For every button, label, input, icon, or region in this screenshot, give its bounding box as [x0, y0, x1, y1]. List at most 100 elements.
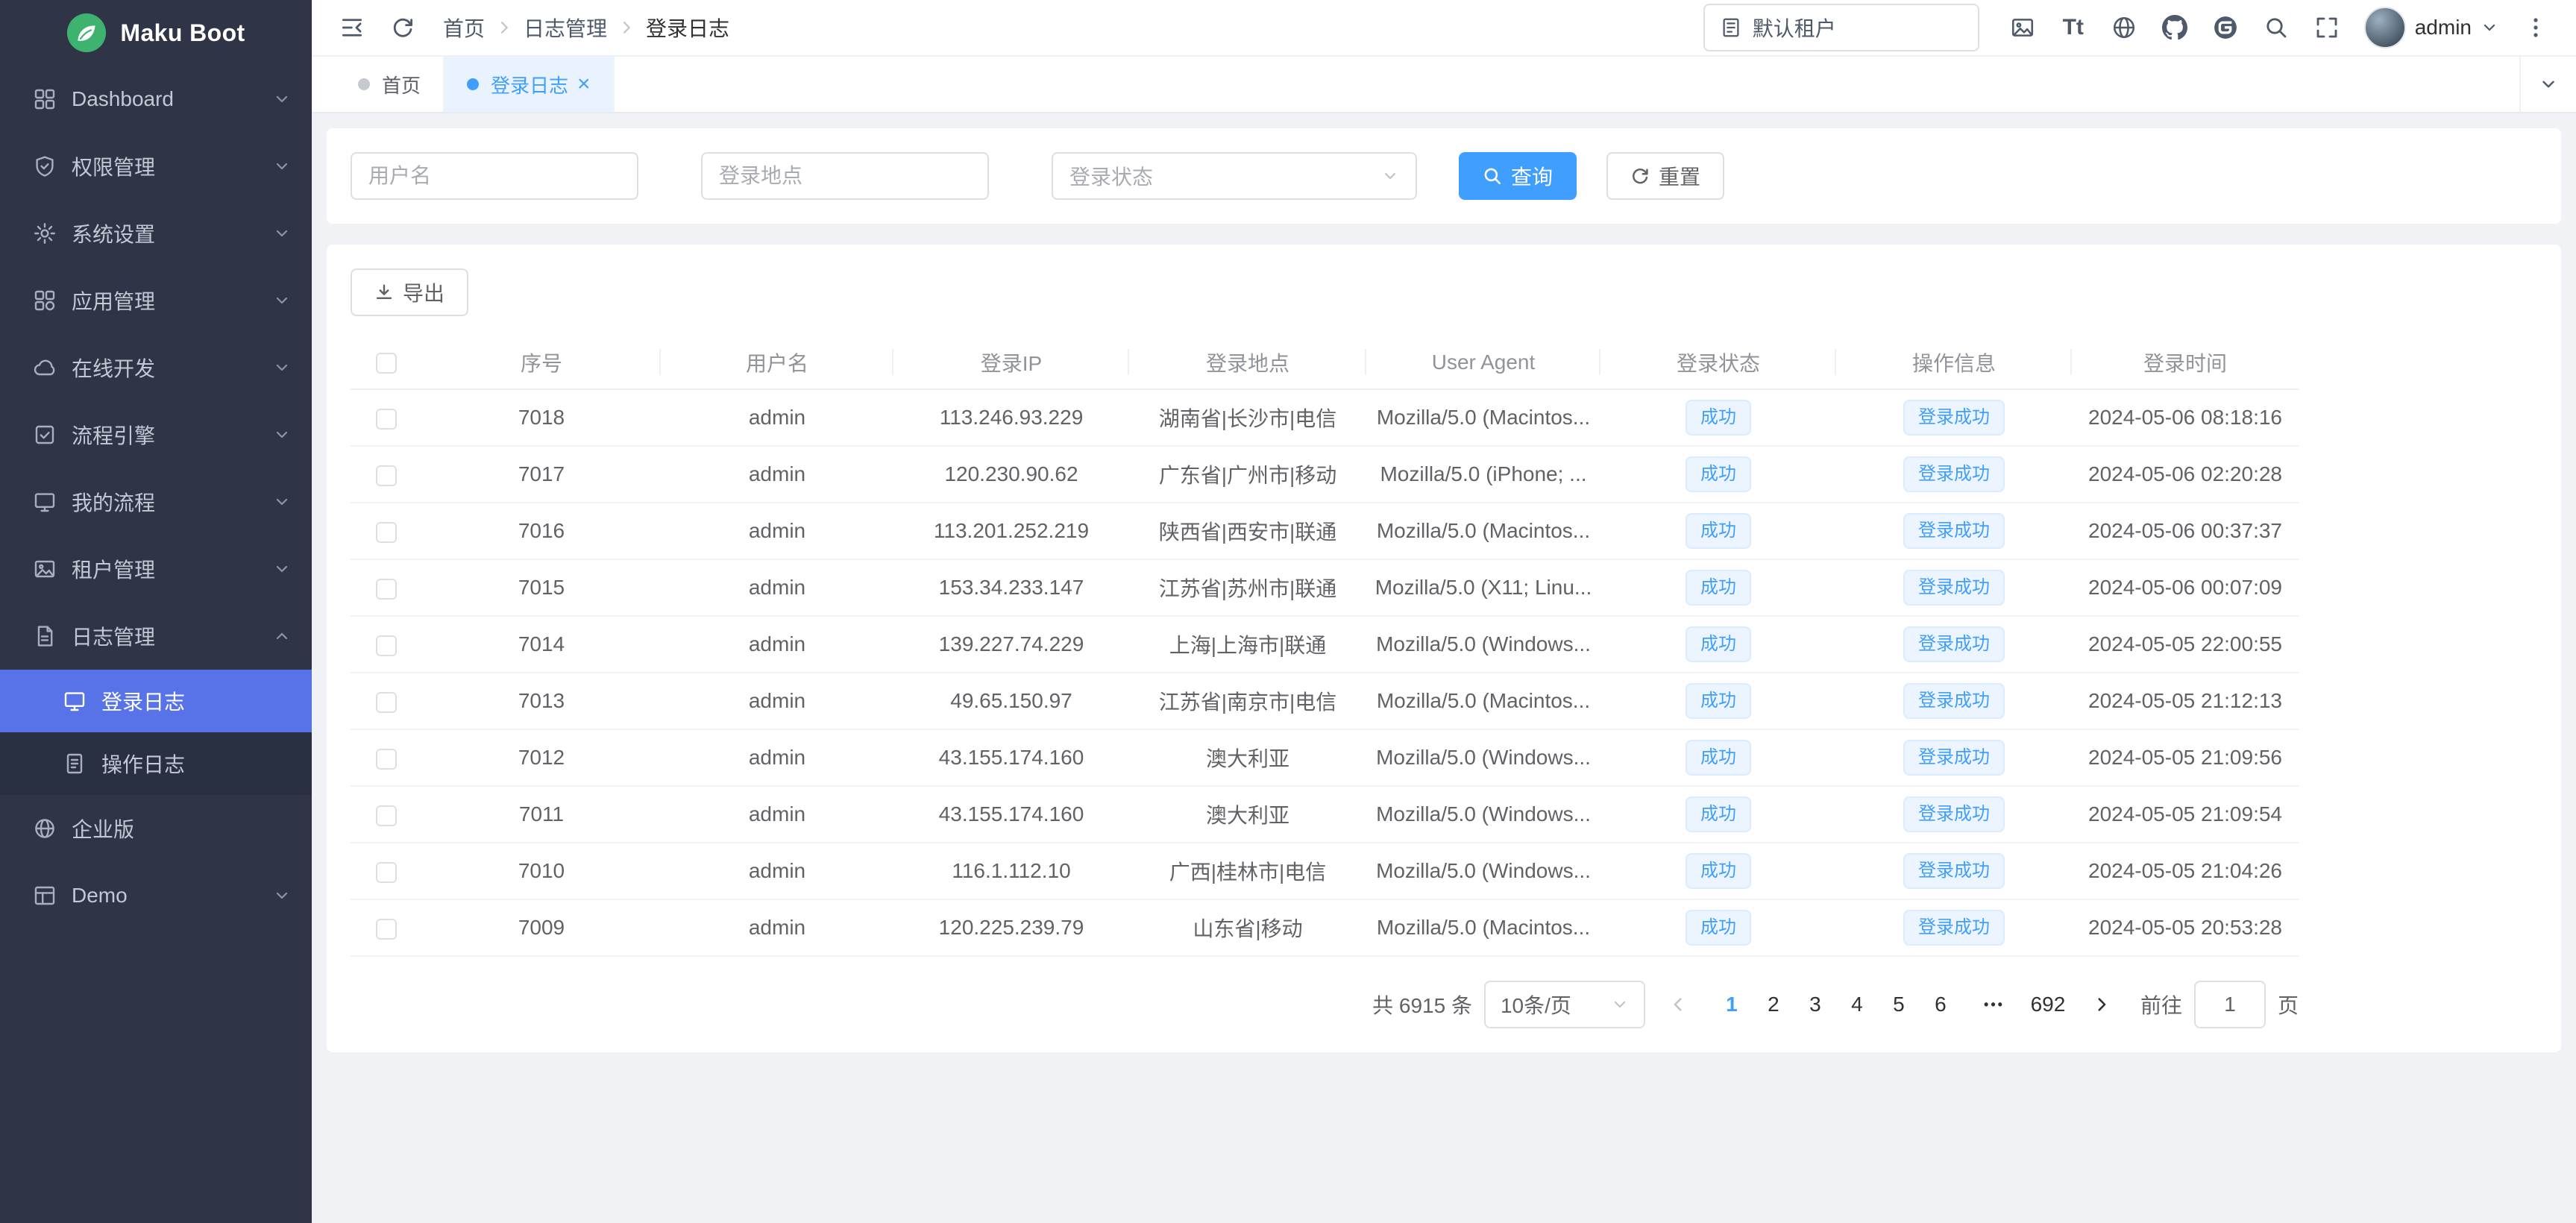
- cell-username: admin: [661, 899, 893, 956]
- sidebar-item-system-settings[interactable]: 系统设置: [0, 200, 312, 267]
- cell-status: 成功: [1600, 389, 1836, 446]
- table-row: 7010 admin 116.1.112.10 广西|桂林市|电信 Mozill…: [351, 843, 2299, 899]
- tab-login-log[interactable]: 登录日志 ×: [444, 57, 615, 112]
- page-number-button[interactable]: 6: [1920, 984, 1961, 1025]
- gitee-button[interactable]: [2203, 5, 2248, 50]
- operation-badge: 登录成功: [1903, 400, 2005, 436]
- github-button[interactable]: [2152, 5, 2197, 50]
- export-button-label: 导出: [403, 277, 444, 307]
- page-number-button[interactable]: 5: [1878, 984, 1920, 1025]
- page-content: 登录状态 查询 重置 导出: [312, 113, 2576, 1223]
- row-checkbox[interactable]: [376, 465, 397, 486]
- wallpaper-button[interactable]: [2000, 5, 2045, 50]
- search-button[interactable]: 查询: [1459, 152, 1577, 200]
- chevron-down-icon: [273, 90, 291, 108]
- chevron-down-icon: [1381, 167, 1399, 185]
- font-size-button[interactable]: Tt: [2051, 5, 2096, 50]
- chevron-down-icon: [273, 292, 291, 309]
- more-vertical-icon: [2524, 16, 2548, 40]
- cell-operation: 登录成功: [1836, 843, 2072, 899]
- cell-user-agent: Mozilla/5.0 (Windows...: [1366, 729, 1600, 786]
- collapse-sidebar-button[interactable]: [330, 5, 374, 50]
- cell-status: 成功: [1600, 559, 1836, 616]
- breadcrumb-log-management[interactable]: 日志管理: [524, 13, 607, 43]
- fullscreen-button[interactable]: [2305, 5, 2349, 50]
- sidebar-item-log-management[interactable]: 日志管理: [0, 603, 312, 670]
- row-checkbox[interactable]: [376, 409, 397, 430]
- close-icon[interactable]: ×: [577, 73, 591, 95]
- cell-location: 上海|上海市|联通: [1129, 616, 1366, 673]
- breadcrumb-home[interactable]: 首页: [443, 13, 485, 43]
- chevron-right-icon: [618, 19, 635, 37]
- login-status-select[interactable]: 登录状态: [1052, 152, 1417, 200]
- sidebar-item-tenant-management[interactable]: 租户管理: [0, 535, 312, 603]
- status-badge: 成功: [1686, 513, 1751, 549]
- row-checkbox[interactable]: [376, 862, 397, 883]
- select-all-checkbox[interactable]: [376, 353, 397, 374]
- cell-operation: 登录成功: [1836, 673, 2072, 729]
- next-page-button[interactable]: [2081, 984, 2123, 1025]
- chevron-down-icon: [273, 560, 291, 578]
- username-input[interactable]: [351, 152, 638, 200]
- row-checkbox[interactable]: [376, 579, 397, 600]
- page-size-select[interactable]: 10条/页: [1484, 981, 1645, 1028]
- sidebar-item-app-management[interactable]: 应用管理: [0, 267, 312, 334]
- operation-badge: 登录成功: [1903, 456, 2005, 492]
- operation-badge: 登录成功: [1903, 853, 2005, 889]
- user-menu[interactable]: admin: [2364, 7, 2498, 48]
- cell-ip: 139.227.74.229: [893, 616, 1129, 673]
- row-checkbox[interactable]: [376, 919, 397, 940]
- header-search-button[interactable]: [2254, 5, 2299, 50]
- sidebar-item-enterprise[interactable]: 企业版: [0, 795, 312, 862]
- tenant-icon: [1720, 16, 1742, 39]
- goto-page-input[interactable]: [2194, 981, 2266, 1028]
- row-checkbox[interactable]: [376, 692, 397, 713]
- cell-serial: 7010: [422, 843, 661, 899]
- tab-dot: [358, 78, 370, 90]
- page-number-button[interactable]: 2: [1753, 984, 1794, 1025]
- flow-check-icon: [33, 423, 57, 447]
- row-checkbox[interactable]: [376, 522, 397, 543]
- chevron-down-icon: [2481, 19, 2498, 37]
- tab-home[interactable]: 首页: [336, 57, 444, 112]
- row-checkbox[interactable]: [376, 805, 397, 826]
- column-header-username: 用户名: [661, 336, 893, 389]
- sidebar-item-permissions[interactable]: 权限管理: [0, 133, 312, 200]
- reset-button[interactable]: 重置: [1606, 152, 1724, 200]
- cell-operation: 登录成功: [1836, 899, 2072, 956]
- gitee-icon: [2213, 15, 2238, 40]
- more-settings-button[interactable]: [2513, 5, 2558, 50]
- cell-select: [351, 446, 422, 503]
- row-checkbox[interactable]: [376, 635, 397, 656]
- refresh-button[interactable]: [380, 5, 425, 50]
- sidebar-item-my-workflow[interactable]: 我的流程: [0, 468, 312, 535]
- language-button[interactable]: [2102, 5, 2146, 50]
- sidebar-item-online-dev[interactable]: 在线开发: [0, 334, 312, 401]
- prev-page-button[interactable]: [1657, 984, 1699, 1025]
- row-checkbox[interactable]: [376, 749, 397, 770]
- page-number-button[interactable]: 4: [1836, 984, 1878, 1025]
- document-icon: [33, 624, 57, 648]
- sidebar-item-demo[interactable]: Demo: [0, 862, 312, 929]
- page-number-button[interactable]: 3: [1794, 984, 1836, 1025]
- operation-badge: 登录成功: [1903, 683, 2005, 719]
- last-page-button[interactable]: 692: [2027, 984, 2069, 1025]
- tenant-value: 默认租户: [1753, 13, 1836, 43]
- page-number-button[interactable]: 1: [1711, 984, 1753, 1025]
- sidebar-item-workflow-engine[interactable]: 流程引擎: [0, 401, 312, 468]
- monitor-icon: [33, 490, 57, 514]
- sidebar-item-operation-log[interactable]: 操作日志: [0, 732, 312, 795]
- pagination: 共 6915 条 10条/页 123456 ••• 692: [351, 981, 2299, 1028]
- cell-serial: 7015: [422, 559, 661, 616]
- sidebar-item-login-log[interactable]: 登录日志: [0, 670, 312, 732]
- sidebar-item-dashboard[interactable]: Dashboard: [0, 66, 312, 133]
- pagination-ellipsis-button[interactable]: •••: [1973, 984, 2015, 1025]
- chevron-down-icon: [273, 887, 291, 905]
- column-header-ip: 登录IP: [893, 336, 1129, 389]
- table-row: 7013 admin 49.65.150.97 江苏省|南京市|电信 Mozil…: [351, 673, 2299, 729]
- login-location-input[interactable]: [701, 152, 989, 200]
- tenant-select[interactable]: 默认租户: [1703, 4, 1979, 51]
- tab-options-button[interactable]: [2519, 57, 2576, 112]
- export-button[interactable]: 导出: [351, 268, 468, 316]
- sidebar-item-label: 在线开发: [72, 353, 273, 383]
